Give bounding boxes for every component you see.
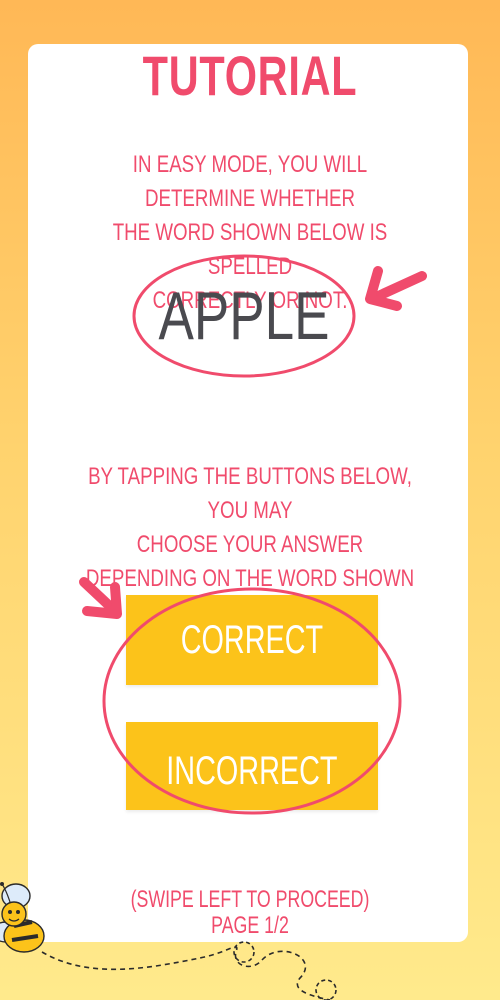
correct-button-label: CORRECT bbox=[180, 618, 324, 662]
instruction-bottom-line-2: CHOOSE YOUR ANSWER bbox=[136, 531, 364, 558]
flight-loop-decoration bbox=[233, 941, 255, 963]
tutorial-screen: { "tutorial": { "title": "TUTORIAL", "in… bbox=[0, 0, 500, 1000]
page-title: TUTORIAL bbox=[142, 44, 358, 107]
incorrect-button-label: INCORRECT bbox=[166, 749, 338, 793]
incorrect-button[interactable]: INCORRECT bbox=[126, 722, 378, 810]
sample-word: APPLE bbox=[158, 278, 330, 354]
page-indicator: PAGE 1/2 bbox=[211, 912, 289, 939]
flight-loop-decoration-2 bbox=[315, 979, 337, 1000]
flight-path-decoration bbox=[41, 946, 331, 1000]
instruction-top-line-1: IN EASY MODE, YOU WILL DETERMINE WHETHER bbox=[132, 151, 368, 212]
swipe-hint: (SWIPE LEFT TO PROCEED) bbox=[130, 886, 370, 913]
correct-button[interactable]: CORRECT bbox=[126, 595, 378, 685]
instruction-bottom-line-1: BY TAPPING THE BUTTONS BELOW, YOU MAY bbox=[88, 463, 412, 524]
